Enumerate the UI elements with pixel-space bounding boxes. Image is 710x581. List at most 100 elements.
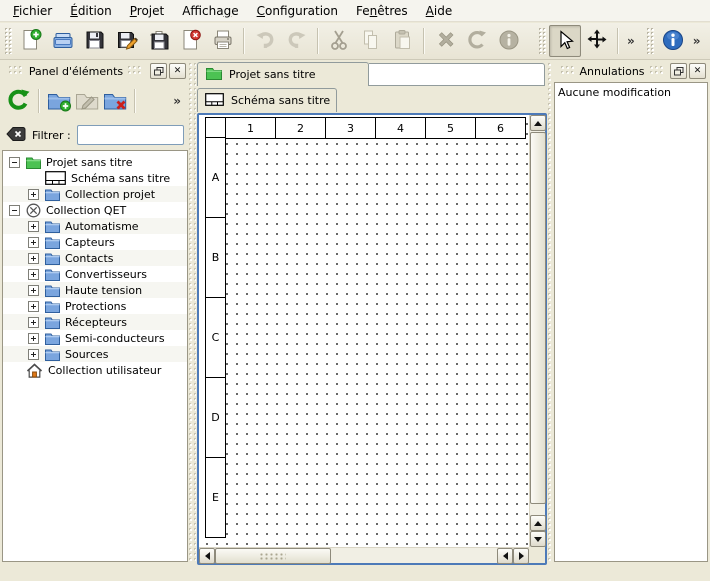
new-document-button[interactable]: [15, 25, 47, 57]
toolbar-overflow-button[interactable]: »: [623, 34, 639, 48]
toolbar-drag-handle[interactable]: [5, 28, 13, 54]
project-tab[interactable]: Projet sans titre: [197, 62, 369, 86]
right-splitter-handle[interactable]: [548, 63, 553, 562]
tree-item-haute-tension[interactable]: Haute tension: [3, 282, 187, 298]
project-folder-icon: [26, 156, 41, 169]
info-gray-button[interactable]: [493, 25, 525, 57]
select-tool-button[interactable]: [549, 25, 581, 57]
tree-item-recepteurs[interactable]: Récepteurs: [3, 314, 187, 330]
folder-icon: [45, 188, 60, 201]
scroll-up-button-bottom[interactable]: [530, 515, 546, 531]
menu-projet[interactable]: Projet: [121, 2, 173, 20]
redo-button[interactable]: [281, 25, 313, 57]
menu-edition[interactable]: Édition: [61, 2, 121, 20]
paste-button[interactable]: [387, 25, 419, 57]
tree-item-automatisme[interactable]: Automatisme: [3, 218, 187, 234]
tree-item-schema[interactable]: Schéma sans titre: [3, 170, 187, 186]
vertical-scrollbar[interactable]: [529, 115, 545, 547]
menu-fenetres[interactable]: Fenêtres: [347, 2, 417, 20]
expand-expander-icon[interactable]: [28, 189, 39, 200]
toolbar-separator: [134, 89, 136, 113]
delete-button[interactable]: [429, 25, 461, 57]
move-tool-button[interactable]: [581, 25, 613, 57]
tree-item-project[interactable]: Projet sans titre: [3, 154, 187, 170]
expand-expander-icon[interactable]: [28, 317, 39, 328]
cut-button[interactable]: [323, 25, 355, 57]
folder-icon: [45, 220, 60, 233]
close-panel-button[interactable]: ✕: [689, 63, 706, 79]
save-as-button[interactable]: [111, 25, 143, 57]
delete-category-button[interactable]: [101, 87, 129, 115]
about-info-button[interactable]: [657, 25, 689, 57]
close-document-button[interactable]: [175, 25, 207, 57]
tree-item-convertisseurs[interactable]: Convertisseurs: [3, 266, 187, 282]
elements-panel-toolbar: »: [2, 80, 188, 122]
reload-collections-button[interactable]: [5, 87, 33, 115]
toolbar-overflow-button[interactable]: »: [689, 34, 705, 48]
left-splitter-handle[interactable]: [189, 63, 196, 562]
elements-panel-titlebar[interactable]: Panel d'éléments ✕: [2, 62, 188, 80]
expand-expander-icon[interactable]: [28, 285, 39, 296]
copy-button[interactable]: [355, 25, 387, 57]
toolbar-drag-handle[interactable]: [539, 28, 547, 54]
menu-aide[interactable]: Aide: [417, 2, 462, 20]
tree-item-collection-utilisateur[interactable]: Collection utilisateur: [3, 362, 187, 378]
clear-filter-button[interactable]: [6, 126, 26, 145]
schema-tab[interactable]: Schéma sans titre: [197, 88, 337, 112]
folder-icon: [45, 332, 60, 345]
scroll-right-button[interactable]: [513, 548, 529, 564]
tree-item-contacts[interactable]: Contacts: [3, 250, 187, 266]
float-panel-button[interactable]: [150, 63, 167, 79]
float-panel-button[interactable]: [670, 63, 687, 79]
folder-icon: [45, 300, 60, 313]
scroll-left-button-right[interactable]: [497, 548, 513, 564]
menu-fichier[interactable]: Fichier: [4, 2, 61, 20]
undo-list-item[interactable]: Aucune modification: [558, 85, 704, 100]
scroll-down-button[interactable]: [530, 531, 546, 547]
row-header-column: A B C D E: [205, 138, 226, 538]
vertical-scrollbar-thumb[interactable]: [530, 132, 546, 504]
expand-expander-icon[interactable]: [28, 237, 39, 248]
tree-item-protections[interactable]: Protections: [3, 298, 187, 314]
open-icon: [51, 28, 75, 55]
undo-button[interactable]: [249, 25, 281, 57]
panel-toolbar-overflow-button[interactable]: »: [169, 94, 185, 108]
tree-item-sources[interactable]: Sources: [3, 346, 187, 362]
collapse-expander-icon[interactable]: [9, 205, 20, 216]
folder-icon: [45, 236, 60, 249]
close-icon: ✕: [694, 67, 702, 76]
row-label: C: [205, 297, 226, 378]
tree-item-collection-qet[interactable]: Collection QET: [3, 202, 187, 218]
open-button[interactable]: [47, 25, 79, 57]
undo-history-list: Aucune modification: [554, 82, 708, 562]
folder-icon: [45, 252, 60, 265]
expand-expander-icon[interactable]: [28, 333, 39, 344]
tree-item-capteurs[interactable]: Capteurs: [3, 234, 187, 250]
new-category-button[interactable]: [45, 87, 73, 115]
menu-configuration[interactable]: Configuration: [248, 2, 347, 20]
filter-input[interactable]: [77, 125, 184, 145]
toolbar-drag-handle[interactable]: [647, 28, 655, 54]
scroll-left-button[interactable]: [199, 548, 215, 564]
expand-expander-icon[interactable]: [28, 269, 39, 280]
schema-drawing-area[interactable]: 1 2 3 4 5 6 A B C D E: [199, 115, 529, 547]
tree-item-semi-conducteurs[interactable]: Semi-conducteurs: [3, 330, 187, 346]
expand-expander-icon[interactable]: [28, 301, 39, 312]
scroll-up-button[interactable]: [530, 115, 546, 131]
expand-expander-icon[interactable]: [28, 221, 39, 232]
menu-affichage[interactable]: Affichage: [173, 2, 247, 20]
expand-expander-icon[interactable]: [28, 349, 39, 360]
save-all-button[interactable]: [143, 25, 175, 57]
horizontal-scrollbar[interactable]: [199, 547, 529, 563]
undo-panel-titlebar[interactable]: Annulations ✕: [554, 62, 708, 80]
close-panel-button[interactable]: ✕: [169, 63, 186, 79]
horizontal-scrollbar-thumb[interactable]: [215, 548, 331, 564]
edit-category-button[interactable]: [73, 87, 101, 115]
expand-expander-icon[interactable]: [28, 253, 39, 264]
collapse-expander-icon[interactable]: [9, 157, 20, 168]
folder-icon: [45, 284, 60, 297]
save-button[interactable]: [79, 25, 111, 57]
tree-item-collection-projet[interactable]: Collection projet: [3, 186, 187, 202]
print-button[interactable]: [207, 25, 239, 57]
rotate-button[interactable]: [461, 25, 493, 57]
